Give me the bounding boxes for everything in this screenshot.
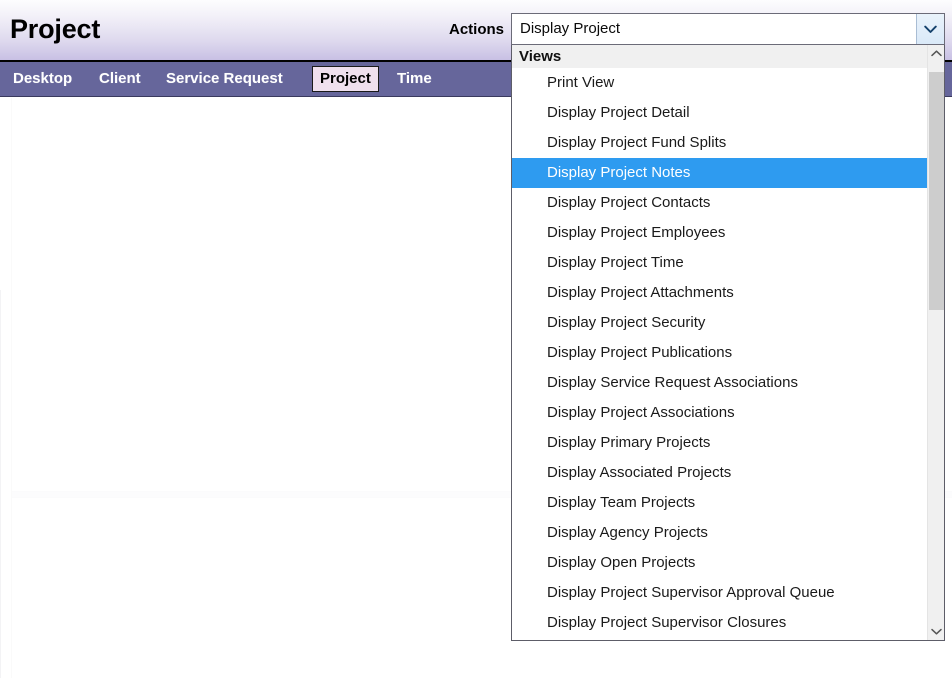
nav-item-time[interactable]: Time bbox=[394, 68, 435, 90]
list-item-selected[interactable]: Display Project Notes bbox=[512, 158, 927, 188]
list-item[interactable]: Display Project Fund Splits bbox=[512, 128, 927, 158]
scroll-down-arrow-icon[interactable] bbox=[928, 623, 944, 640]
actions-label: Actions bbox=[448, 21, 504, 38]
nav-item-client[interactable]: Client bbox=[96, 68, 144, 90]
list-item[interactable]: Display Project Contacts bbox=[512, 188, 927, 218]
nav-item-service-request[interactable]: Service Request bbox=[163, 68, 286, 90]
scroll-up-arrow-icon[interactable] bbox=[928, 45, 944, 62]
views-select-widget[interactable]: Display Project Views Print View Display… bbox=[511, 13, 945, 641]
optgroup-label-views: Views bbox=[512, 45, 927, 68]
views-dropdown-list[interactable]: Views Print View Display Project Detail … bbox=[512, 45, 927, 640]
views-select-box[interactable]: Display Project bbox=[511, 13, 945, 45]
content-left-edge bbox=[0, 290, 1, 678]
dropdown-scrollbar[interactable] bbox=[927, 45, 944, 640]
chevron-down-icon[interactable] bbox=[916, 14, 944, 44]
list-item[interactable]: Display Project Employees bbox=[512, 218, 927, 248]
list-item[interactable]: Display Associated Projects bbox=[512, 458, 927, 488]
list-item[interactable]: Display Project Supervisor Closures bbox=[512, 608, 927, 638]
list-item[interactable]: Display Project Attachments bbox=[512, 278, 927, 308]
list-item[interactable]: Display Open Projects bbox=[512, 548, 927, 578]
scrollbar-thumb[interactable] bbox=[929, 72, 944, 310]
list-item[interactable]: Display Agency Projects bbox=[512, 518, 927, 548]
nav-item-desktop[interactable]: Desktop bbox=[10, 68, 75, 90]
list-item[interactable]: Display Project Time bbox=[512, 248, 927, 278]
views-select-value: Display Project bbox=[520, 20, 621, 37]
views-dropdown-panel[interactable]: Views Print View Display Project Detail … bbox=[511, 45, 945, 641]
list-item[interactable]: Display Project Publications bbox=[512, 338, 927, 368]
list-item[interactable]: Display Service Request Associations bbox=[512, 368, 927, 398]
list-item[interactable]: Display Team Projects bbox=[512, 488, 927, 518]
page-title: Project bbox=[10, 14, 101, 44]
list-item[interactable]: Display Project Associations bbox=[512, 398, 927, 428]
nav-item-project[interactable]: Project bbox=[312, 66, 379, 92]
list-item[interactable]: Display Primary Projects bbox=[512, 428, 927, 458]
list-item[interactable]: Display Project Detail bbox=[512, 98, 927, 128]
list-item[interactable]: Print View bbox=[512, 68, 927, 98]
list-item[interactable]: Display Project Security bbox=[512, 308, 927, 338]
list-item[interactable]: Display Project Supervisor Approval Queu… bbox=[512, 578, 927, 608]
